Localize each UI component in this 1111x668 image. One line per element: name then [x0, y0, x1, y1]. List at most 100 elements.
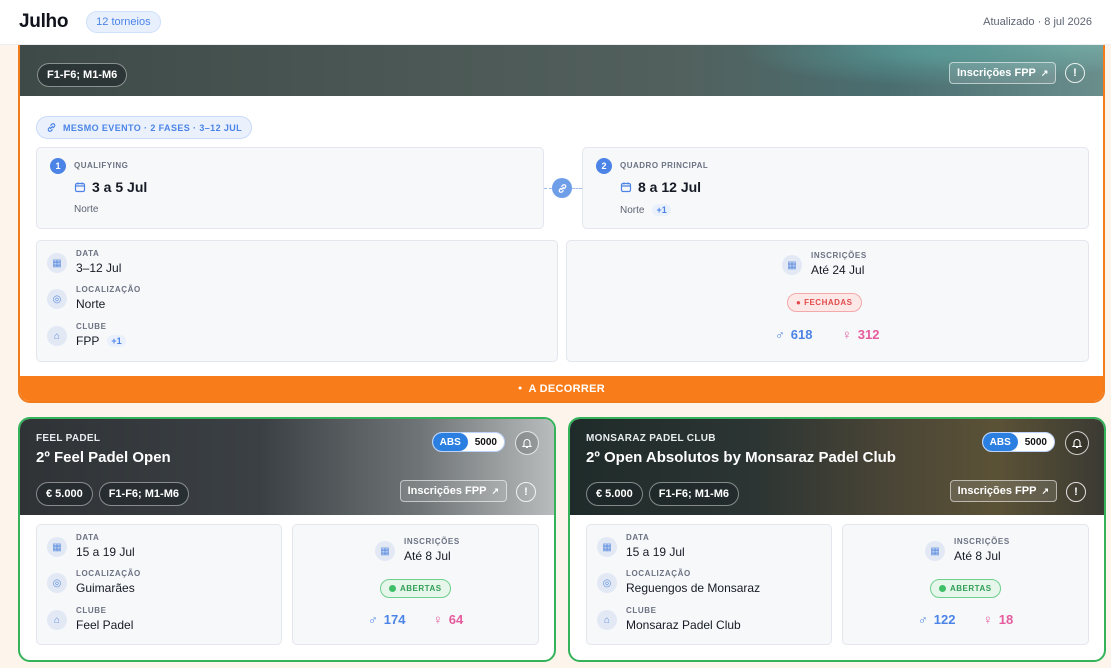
calendar-icon: ▦	[925, 541, 945, 561]
status-label: ABERTAS	[400, 584, 442, 593]
male-icon: ♂	[775, 327, 785, 342]
fpp-registration-button[interactable]: Inscrições FPP ↗	[949, 480, 1057, 502]
location-pin-icon: ◎	[47, 289, 67, 309]
date-value: 15 a 19 Jul	[76, 545, 135, 559]
ongoing-status-label: A DECORRER	[528, 382, 606, 395]
tournament-count-badge: 12 torneios	[86, 11, 161, 33]
info-icon[interactable]: !	[516, 482, 536, 502]
location-row: ◎ LOCALIZAÇÃO Guimarães	[47, 569, 141, 595]
female-count-value: 64	[448, 612, 464, 627]
club-value: Feel Padel	[76, 618, 134, 632]
details-box: ▦ DATA 15 a 19 Jul ◎ LOCALIZAÇÃO Guimarã…	[36, 524, 282, 645]
registration-box: ▦ INSCRIÇÕES Até 8 Jul ABERTAS ♂ 122 ♀ 18	[842, 524, 1089, 645]
status-dot-icon: ●	[517, 385, 523, 392]
tournament-title: 2º Open Absolutos by Monsaraz Padel Club	[586, 449, 896, 466]
club-value-row: FPP +1	[76, 334, 126, 348]
club-label: CLUBE	[76, 322, 107, 331]
date-row: ▦ DATA 3–12 Jul	[47, 249, 121, 275]
male-count-value: 618	[790, 327, 813, 342]
phase-connector-right	[572, 188, 582, 189]
female-count: ♀ 64	[433, 612, 463, 627]
card-hero-image: MONSARAZ PADEL CLUB 2º Open Absolutos by…	[570, 419, 1104, 515]
registration-deadline: Até 24 Jul	[811, 263, 865, 277]
phase-location: Norte	[620, 204, 645, 216]
calendar-icon: ▦	[782, 255, 802, 275]
registration-row: ▦ INSCRIÇÕES Até 8 Jul	[925, 537, 1010, 563]
date-label: DATA	[76, 249, 100, 258]
male-count: ♂ 174	[368, 612, 405, 627]
more-clubs-badge[interactable]: +1	[107, 335, 126, 347]
info-icon[interactable]: !	[1066, 482, 1086, 502]
club-value: Monsaraz Padel Club	[626, 618, 741, 632]
points-value: 5000	[1024, 436, 1047, 448]
info-icon[interactable]: !	[1065, 63, 1085, 83]
location-label: LOCALIZAÇÃO	[76, 569, 141, 578]
level-label: ABS	[432, 433, 468, 451]
building-icon: ⌂	[597, 610, 617, 630]
location-value: Reguengos de Monsaraz	[626, 581, 761, 595]
phase-main-draw[interactable]: 2 QUADRO PRINCIPAL 8 a 12 Jul Norte +1	[582, 147, 1089, 229]
tournament-card[interactable]: FEEL PADEL 2º Feel Padel Open ABS 5000 €…	[18, 417, 556, 662]
phase-number: 2	[596, 158, 612, 174]
calendar-icon	[620, 182, 632, 193]
external-link-icon: ↗	[1041, 485, 1049, 496]
prize-pill: € 5.000	[586, 482, 643, 506]
phase-qualifying[interactable]: 1 QUALIFYING 3 a 5 Jul Norte	[36, 147, 544, 229]
location-label: LOCALIZAÇÃO	[76, 285, 141, 294]
male-count-value: 174	[383, 612, 406, 627]
status-dot-icon	[939, 585, 946, 592]
registration-deadline: Até 8 Jul	[404, 549, 451, 563]
details-box: ▦ DATA 3–12 Jul ◎ LOCALIZAÇÃO Norte ⌂ CL…	[36, 240, 558, 362]
status-label: FECHADAS	[804, 298, 853, 307]
phase-connector-left	[544, 188, 552, 189]
male-count-value: 122	[933, 612, 956, 627]
calendar-icon	[74, 182, 86, 193]
registration-box: ▦ INSCRIÇÕES Até 24 Jul ● FECHADAS ♂ 618 …	[566, 240, 1089, 362]
ongoing-status-bar: ● A DECORRER	[20, 376, 1103, 401]
calendar-icon: ▦	[47, 537, 67, 557]
female-count: ♀ 312	[842, 327, 879, 342]
club-label: CLUBE	[626, 606, 657, 615]
fpp-button-label: Inscrições FPP	[957, 485, 1037, 497]
card-pills: € 5.000 F1-F6; M1-M6	[586, 482, 739, 506]
phase-date: 3 a 5 Jul	[92, 179, 148, 195]
fpp-registration-button[interactable]: Inscrições FPP ↗	[399, 480, 507, 502]
same-event-pill: MESMO EVENTO · 2 FASES · 3–12 JUL	[36, 116, 253, 139]
fpp-registration-button[interactable]: Inscrições FPP ↗	[949, 62, 1057, 84]
club-row: ⌂ CLUBE Monsaraz Padel Club	[597, 606, 741, 632]
fpp-button-label: Inscrições FPP	[957, 67, 1036, 79]
female-count-value: 18	[998, 612, 1014, 627]
featured-tournament-card[interactable]: F1-F6; M1-M6 Inscrições FPP ↗ ! MESMO EV…	[18, 20, 1105, 403]
level-label: ABS	[982, 433, 1018, 451]
male-icon: ♂	[368, 612, 378, 627]
more-locations-badge[interactable]: +1	[652, 204, 671, 216]
card-pills: € 5.000 F1-F6; M1-M6	[36, 482, 189, 506]
date-label: DATA	[76, 533, 100, 542]
building-icon: ⌂	[47, 610, 67, 630]
location-pin-icon: ◎	[597, 573, 617, 593]
category-pill: F1-F6; M1-M6	[37, 63, 128, 87]
female-count: ♀ 18	[983, 612, 1013, 627]
fpp-button-label: Inscrições FPP	[407, 485, 487, 497]
location-value: Guimarães	[76, 581, 135, 595]
same-event-label: MESMO EVENTO · 2 FASES · 3–12 JUL	[63, 122, 243, 133]
female-icon: ♀	[983, 612, 993, 627]
phase-date-row: 8 a 12 Jul	[620, 179, 701, 195]
female-count-value: 312	[857, 327, 880, 342]
registration-label: INSCRIÇÕES	[404, 537, 460, 546]
club-label: CLUBE	[76, 606, 107, 615]
club-name: MONSARAZ PADEL CLUB	[586, 433, 716, 444]
club-row: ⌂ CLUBE FPP +1	[47, 322, 126, 348]
phase-date: 8 a 12 Jul	[638, 179, 702, 195]
bell-icon[interactable]	[515, 431, 539, 455]
phase-title: QUALIFYING	[74, 161, 129, 170]
bell-icon[interactable]	[1065, 431, 1089, 455]
phase-title: QUADRO PRINCIPAL	[620, 161, 709, 170]
details-box: ▦ DATA 15 a 19 Jul ◎ LOCALIZAÇÃO Regueng…	[586, 524, 832, 645]
date-row: ▦ DATA 15 a 19 Jul	[47, 533, 135, 559]
building-icon: ⌂	[47, 326, 67, 346]
location-value: Norte	[76, 297, 106, 311]
location-label: LOCALIZAÇÃO	[626, 569, 691, 578]
tournament-card[interactable]: MONSARAZ PADEL CLUB 2º Open Absolutos by…	[568, 417, 1106, 662]
registration-row: ▦ INSCRIÇÕES Até 8 Jul	[375, 537, 460, 563]
